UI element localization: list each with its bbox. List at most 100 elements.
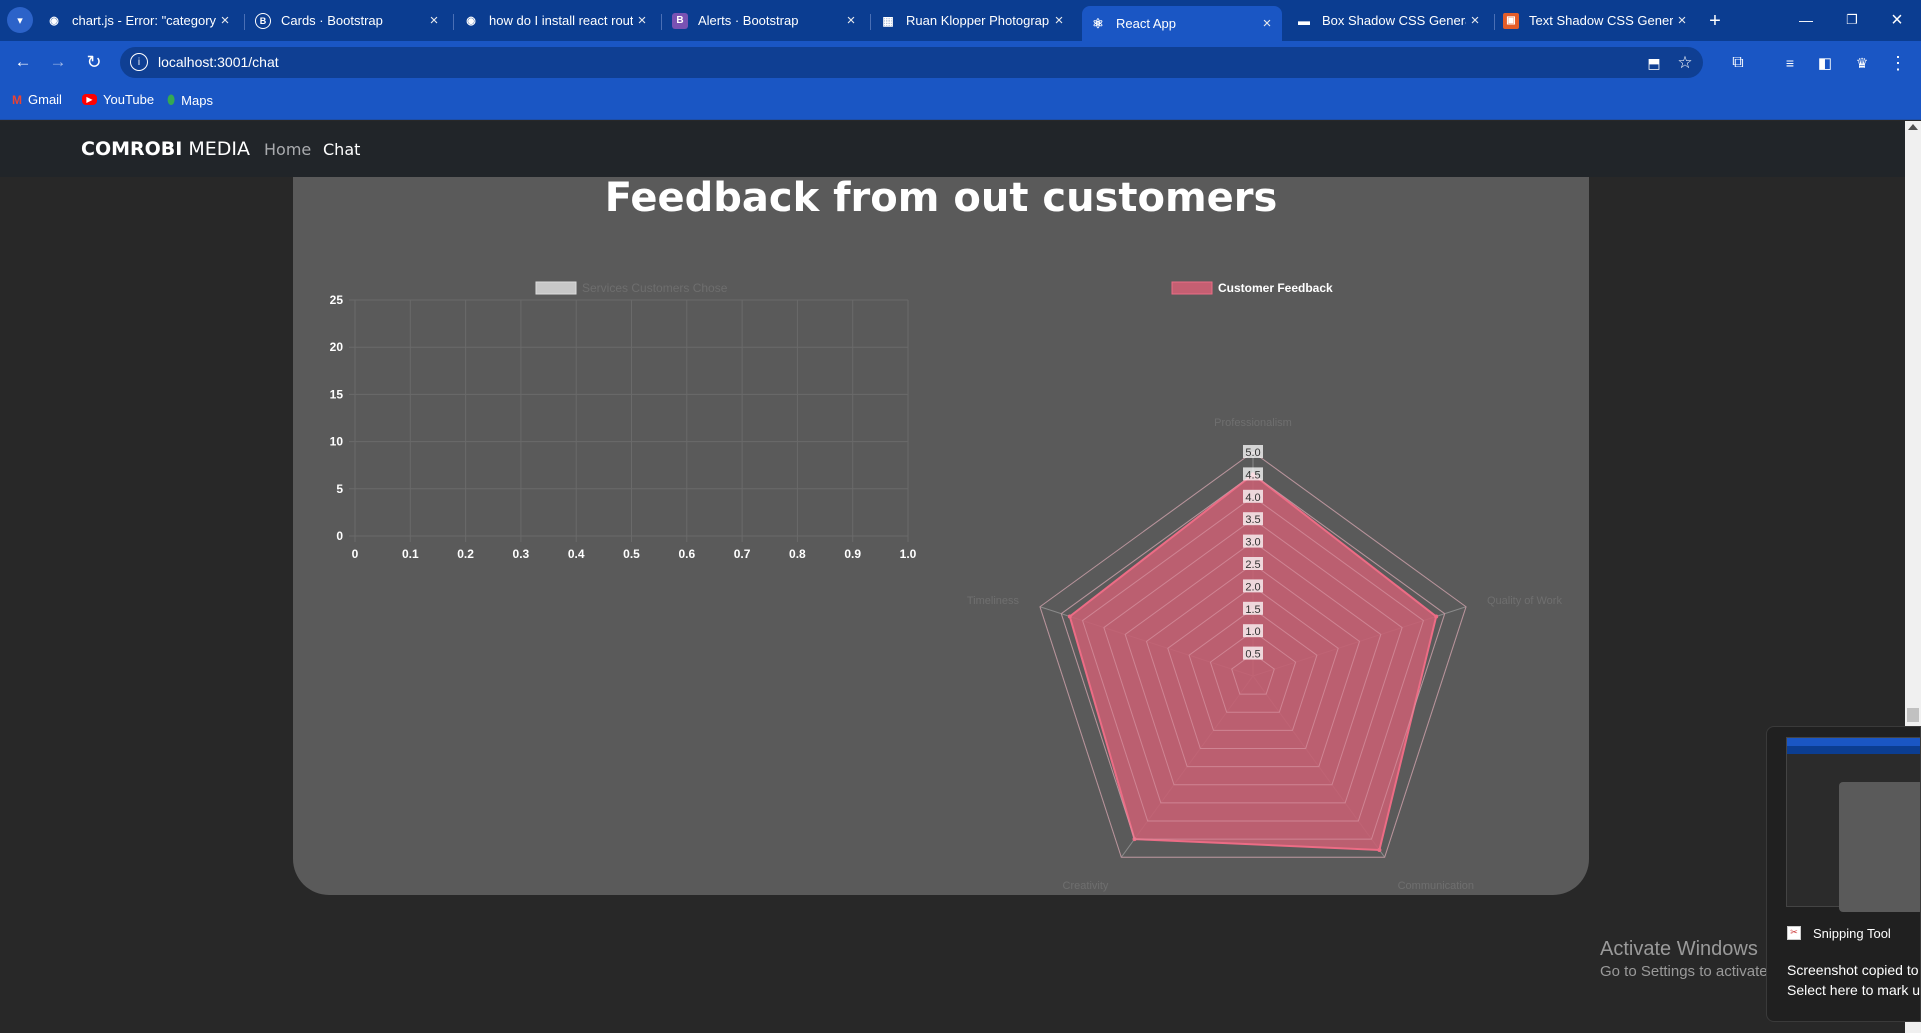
x-tick-label: 0.2 xyxy=(457,547,474,561)
scrollbar-thumb[interactable] xyxy=(1907,708,1919,722)
bookmark-gmail[interactable]: M Gmail xyxy=(12,92,62,107)
x-tick-label: 0.1 xyxy=(402,547,419,561)
tab-search-icon[interactable]: ▾ xyxy=(7,7,33,33)
legend-swatch xyxy=(535,281,577,295)
radar-category-label: Creativity xyxy=(1063,880,1109,892)
radar-data-point xyxy=(1067,614,1072,619)
browser-tab[interactable]: B Alerts · Bootstrap × xyxy=(672,6,860,35)
tab-label: Cards · Bootstrap xyxy=(281,13,383,28)
restore-icon[interactable]: ❐ xyxy=(1832,6,1872,34)
y-tick-label: 10 xyxy=(330,435,344,449)
legend-label: Services Customers Chose xyxy=(582,281,728,295)
radar-tick-label: 3.0 xyxy=(1245,537,1260,549)
new-tab-icon[interactable]: + xyxy=(1702,8,1728,34)
url-text: localhost:3001/chat xyxy=(158,54,279,70)
radar-chart: Customer Feedback 0.5 1.0 1.5 2.0 2.5 3.0 3.5 4… xyxy=(967,281,1563,892)
x-tick-label: 0.8 xyxy=(789,547,806,561)
tab-label: Alerts · Bootstrap xyxy=(698,13,799,28)
brand-rest: MEDIA xyxy=(182,138,251,160)
radar-tick-label: 4.0 xyxy=(1245,492,1260,504)
forward-icon[interactable]: → xyxy=(45,49,71,75)
x-tick-label: 0.3 xyxy=(513,547,530,561)
bookmark-maps[interactable]: ⬮ Maps xyxy=(167,92,213,108)
tab-separator xyxy=(453,14,454,30)
media-control-icon[interactable]: ≡ xyxy=(1777,50,1803,76)
bookmark-label: Gmail xyxy=(28,92,62,107)
minimize-icon[interactable]: — xyxy=(1786,6,1826,34)
tab-label: Text Shadow CSS Generat xyxy=(1529,13,1673,28)
nav-link-chat[interactable]: Chat xyxy=(323,140,360,159)
profile-icon[interactable]: ♛ xyxy=(1849,50,1875,76)
site-icon: ▬ xyxy=(1298,13,1310,28)
browser-tab[interactable]: ◉ chart.js - Error: "category" × xyxy=(46,6,234,35)
brand-logo[interactable]: COMROBI MEDIA xyxy=(81,138,250,160)
y-tick-label: 25 xyxy=(330,293,344,307)
radar-tick-label: 0.5 xyxy=(1245,649,1260,661)
y-tick-label: 20 xyxy=(330,340,344,354)
menu-icon[interactable]: ⋮ xyxy=(1885,50,1911,76)
snipping-tool-icon: ✂ xyxy=(1787,926,1801,940)
site-icon: ▣ xyxy=(1503,12,1519,29)
extensions-icon[interactable]: ⧉ xyxy=(1725,50,1751,76)
close-icon[interactable]: × xyxy=(1466,12,1484,29)
tab-separator xyxy=(244,14,245,30)
brand-bold: COMROBI xyxy=(81,138,183,160)
close-icon[interactable]: × xyxy=(1258,15,1276,32)
tab-label: how do I install react rout xyxy=(489,13,633,28)
bookmarks-bar: M Gmail ▶ YouTube ⬮ Maps xyxy=(0,82,1921,120)
close-icon[interactable]: × xyxy=(1673,12,1691,29)
github-icon: ◉ xyxy=(49,15,59,27)
nav-link-home[interactable]: Home xyxy=(264,140,311,159)
browser-tab[interactable]: B Cards · Bootstrap × xyxy=(255,6,443,35)
scroll-up-arrow[interactable] xyxy=(1908,124,1918,130)
site-icon: ▦ xyxy=(882,13,894,28)
gmail-icon: M xyxy=(12,92,22,107)
close-icon[interactable]: × xyxy=(425,12,443,29)
bookmark-label: YouTube xyxy=(103,92,155,107)
bootstrap-icon: B xyxy=(255,12,271,29)
x-tick-label: 1.0 xyxy=(900,547,917,561)
close-icon[interactable]: × xyxy=(842,12,860,29)
toast-thumbnail xyxy=(1786,737,1920,912)
close-icon[interactable]: × xyxy=(1050,12,1068,29)
bootstrap-icon: B xyxy=(672,12,688,29)
close-icon[interactable]: × xyxy=(216,12,234,29)
y-tick-label: 0 xyxy=(336,529,343,543)
radar-category-label: Quality of Work xyxy=(1487,595,1562,607)
x-tick-label: 0 xyxy=(352,547,359,561)
back-icon[interactable]: ← xyxy=(10,49,36,75)
y-tick-label: 15 xyxy=(330,387,344,401)
y-tick-label: 5 xyxy=(336,482,343,496)
browser-tab[interactable]: ▣ Text Shadow CSS Generat × xyxy=(1503,6,1691,35)
reload-icon[interactable]: ↻ xyxy=(81,49,107,75)
radar-tick-label: 1.0 xyxy=(1245,626,1260,638)
radar-tick-label: 4.5 xyxy=(1245,469,1260,481)
legend-label: Customer Feedback xyxy=(1218,281,1333,295)
install-app-icon[interactable]: ⬒ xyxy=(1642,51,1666,75)
browser-tab[interactable]: ▬ Box Shadow CSS Generat × xyxy=(1296,6,1484,35)
browser-tab-active[interactable]: ⚛ React App × xyxy=(1082,6,1282,41)
tab-label: chart.js - Error: "category" xyxy=(72,13,216,28)
x-tick-label: 0.9 xyxy=(844,547,861,561)
bookmark-star-icon[interactable]: ☆ xyxy=(1673,51,1697,75)
side-panel-icon[interactable]: ◧ xyxy=(1812,50,1838,76)
close-icon[interactable]: × xyxy=(633,12,651,29)
radar-tick-label: 3.5 xyxy=(1245,514,1260,526)
close-window-icon[interactable]: × xyxy=(1877,6,1917,34)
radar-data-area xyxy=(1068,473,1438,852)
radar-data-point xyxy=(1434,614,1439,619)
browser-tab[interactable]: ◉ how do I install react rout × xyxy=(463,6,651,35)
snipping-tool-notification[interactable]: ✂ Snipping Tool Screenshot copied to cli… xyxy=(1766,726,1921,1022)
radar-category-label: Communication xyxy=(1398,880,1474,892)
tab-label: Box Shadow CSS Generat xyxy=(1322,13,1466,28)
bookmark-youtube[interactable]: ▶ YouTube xyxy=(82,92,154,107)
site-info-icon[interactable]: i xyxy=(130,53,148,71)
tab-separator xyxy=(1494,14,1495,30)
x-tick-label: 0.5 xyxy=(623,547,640,561)
address-bar[interactable]: i localhost:3001/chat ⬒ ☆ xyxy=(120,47,1703,78)
browser-tab[interactable]: ▦ Ruan Klopper Photograph × xyxy=(880,6,1068,35)
browser-tab-strip: ▾ ◉ chart.js - Error: "category" × B Car… xyxy=(0,0,1921,41)
x-tick-label: 0.4 xyxy=(568,547,585,561)
maps-icon: ⬮ xyxy=(167,92,176,107)
tab-label: Ruan Klopper Photograph xyxy=(906,13,1050,28)
